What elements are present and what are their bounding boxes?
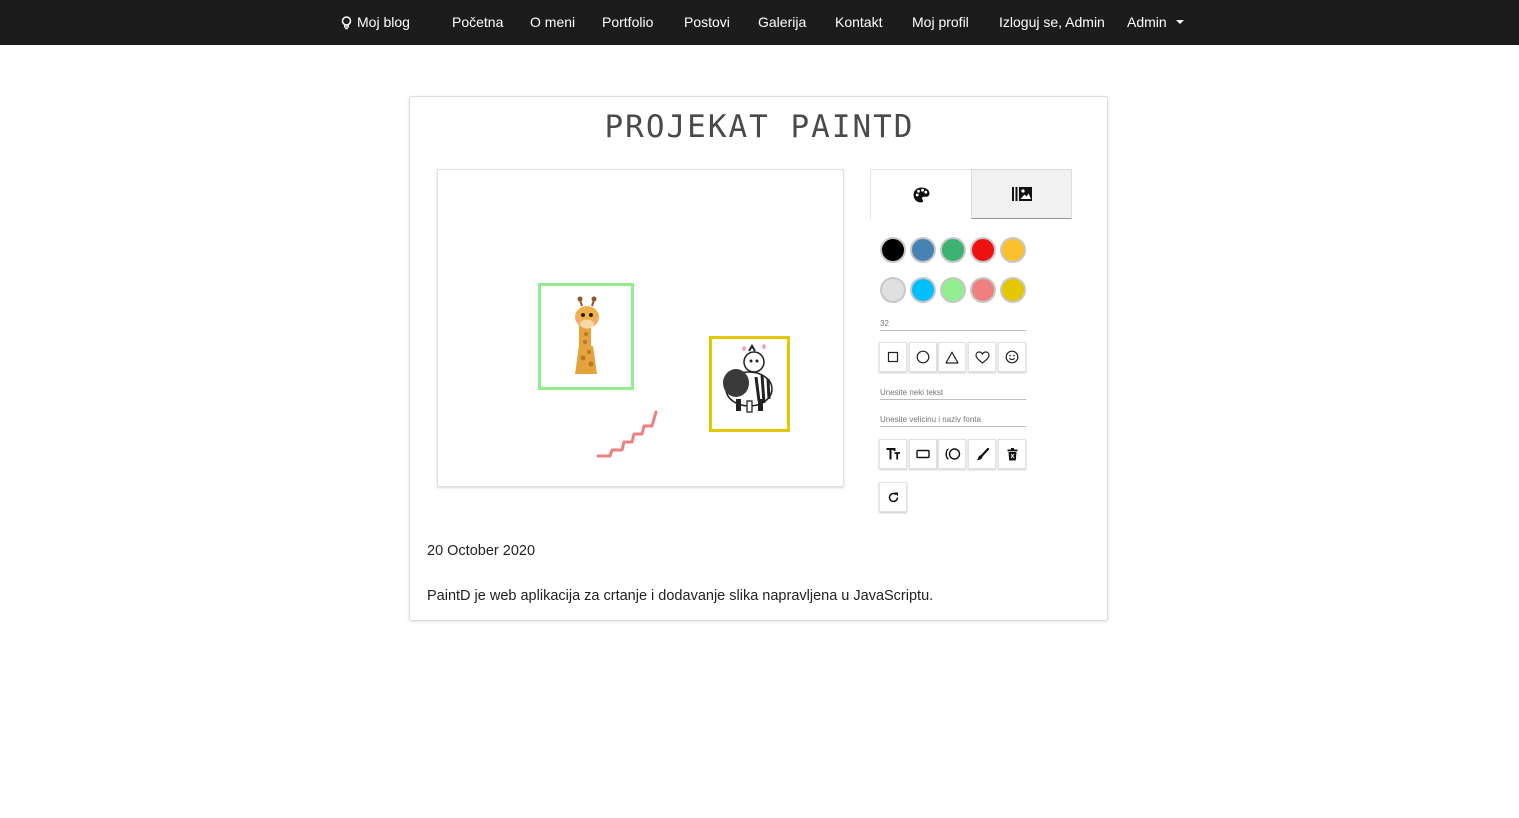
color-swatch-lightgray[interactable] (880, 277, 906, 303)
color-swatch-skyblue[interactable] (910, 277, 936, 303)
brush-icon (976, 447, 989, 460)
heart-icon (974, 350, 990, 364)
color-swatch-orange[interactable] (1000, 237, 1026, 263)
circle-icon (916, 350, 930, 364)
color-swatch-lightgreen[interactable] (940, 277, 966, 303)
nav-item-logout[interactable]: Izloguj se, Admin (999, 0, 1105, 45)
tool-tabs (870, 169, 1072, 219)
font-input[interactable] (880, 412, 1026, 427)
admin-dropdown-label: Admin (1127, 14, 1167, 30)
color-swatch-red[interactable] (970, 237, 996, 263)
caret-down-icon (1175, 20, 1184, 25)
color-swatch-yellow[interactable] (1000, 277, 1026, 303)
text-height-icon (886, 448, 900, 460)
brand-label: Moj blog (357, 14, 410, 30)
nav-item-moj-profil[interactable]: Moj profil (912, 0, 969, 45)
color-swatch-green[interactable] (940, 237, 966, 263)
delete-tool-button[interactable] (998, 439, 1026, 469)
freehand-stroke (596, 410, 658, 458)
nav-item-pocetna[interactable]: Početna (452, 0, 503, 45)
canvas-frame-zebra (709, 336, 790, 432)
image-library-icon (1011, 187, 1032, 201)
zebra-image (723, 344, 773, 413)
redo-icon (888, 492, 898, 502)
tab-image-library[interactable] (971, 169, 1072, 219)
redo-tool-button[interactable] (879, 482, 907, 512)
size-input[interactable] (880, 316, 1026, 331)
rectangle-tool-button[interactable] (909, 439, 937, 469)
rectangle-icon (916, 449, 930, 459)
drawing-canvas[interactable] (437, 169, 844, 487)
brush-tool-button[interactable] (968, 439, 996, 469)
post-title: PROJEKAT PAINTD (604, 109, 915, 145)
nav-item-o-meni[interactable]: O meni (530, 0, 575, 45)
text-input[interactable] (880, 385, 1026, 400)
square-icon (887, 351, 899, 363)
nav-item-galerija[interactable]: Galerija (758, 0, 806, 45)
canvas-frame-giraffe (538, 283, 634, 390)
color-swatch-black[interactable] (880, 237, 906, 263)
post-date: 20 October 2020 (427, 543, 536, 559)
color-swatch-steelblue[interactable] (910, 237, 936, 263)
ellipse-tool-button[interactable] (938, 439, 966, 469)
trash-icon (1007, 447, 1017, 460)
post-description: PaintD je web aplikacija za crtanje i do… (427, 588, 934, 604)
ellipse-icon (945, 448, 960, 460)
shape-triangle-button[interactable] (938, 342, 966, 372)
post-card: PROJEKAT PAINTD 32 Unesite neki tekst Un… (409, 96, 1108, 621)
palette-icon (913, 187, 929, 202)
triangle-icon (945, 351, 959, 364)
shape-heart-button[interactable] (968, 342, 996, 372)
giraffe-image (575, 296, 599, 374)
color-swatch-salmon[interactable] (970, 277, 996, 303)
brand-link[interactable]: Moj blog (341, 0, 410, 45)
top-navbar: Moj blog Početna O meni Portfolio Postov… (0, 0, 1519, 45)
shape-square-button[interactable] (879, 342, 907, 372)
nav-item-kontakt[interactable]: Kontakt (835, 0, 882, 45)
shape-smiley-button[interactable] (998, 342, 1026, 372)
text-tool-button[interactable] (879, 439, 907, 469)
shape-circle-button[interactable] (909, 342, 937, 372)
nav-item-postovi[interactable]: Postovi (684, 0, 730, 45)
tab-palette[interactable] (870, 169, 971, 219)
nav-item-admin-dropdown[interactable]: Admin (1127, 0, 1184, 45)
smiley-icon (1005, 350, 1019, 364)
lightbulb-icon (341, 15, 352, 29)
nav-item-portfolio[interactable]: Portfolio (602, 0, 653, 45)
